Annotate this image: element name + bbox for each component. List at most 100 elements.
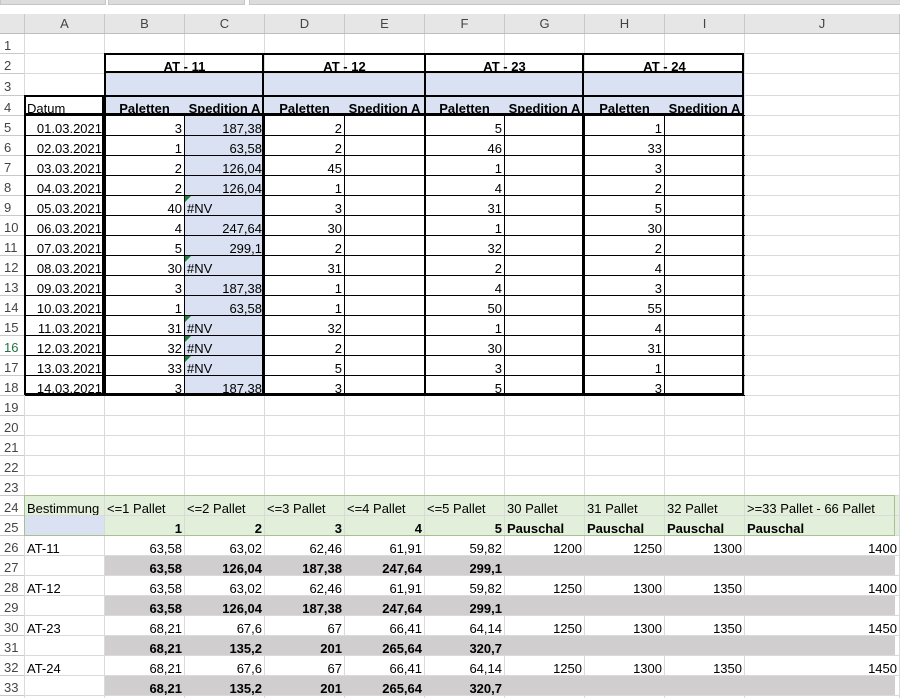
- lookup-header[interactable]: <=1 Pallet: [105, 496, 184, 515]
- total-cell[interactable]: 63,58: [105, 596, 184, 615]
- value-cell[interactable]: 4: [425, 176, 504, 195]
- value-cell[interactable]: [345, 356, 424, 375]
- lookup-header[interactable]: 31 Pallet: [585, 496, 664, 515]
- value-cell[interactable]: 2: [265, 136, 344, 155]
- value-cell[interactable]: 50: [425, 296, 504, 315]
- value-cell[interactable]: 1: [585, 356, 664, 375]
- rate-cell[interactable]: 1250: [505, 656, 584, 675]
- value-cell[interactable]: 1: [105, 296, 184, 315]
- value-cell[interactable]: [505, 116, 584, 135]
- value-cell[interactable]: 3: [105, 116, 184, 135]
- value-cell[interactable]: 55: [585, 296, 664, 315]
- rate-cell[interactable]: 59,82: [425, 576, 504, 595]
- rate-cell[interactable]: 64,14: [425, 616, 504, 635]
- total-cell[interactable]: 63,58: [105, 556, 184, 575]
- value-cell[interactable]: 32: [105, 336, 184, 355]
- date-cell[interactable]: 13.03.2021: [25, 356, 104, 375]
- value-cell[interactable]: [345, 316, 424, 335]
- sheet-grid[interactable]: AT - 11 AT - 12 AT - 23 AT - 24 Datum Palette…: [0, 0, 900, 698]
- value-cell[interactable]: [665, 376, 744, 395]
- value-cell[interactable]: 187,38: [185, 376, 264, 395]
- lookup-index[interactable]: Pauschal: [665, 516, 744, 535]
- total-cell[interactable]: 68,21: [105, 636, 184, 655]
- total-cell[interactable]: 126,04: [185, 556, 264, 575]
- value-cell[interactable]: [505, 376, 584, 395]
- value-cell[interactable]: 5: [425, 116, 504, 135]
- value-cell[interactable]: 31: [105, 316, 184, 335]
- value-cell[interactable]: 3: [585, 276, 664, 295]
- total-cell[interactable]: 265,64: [345, 676, 424, 695]
- value-cell[interactable]: [505, 196, 584, 215]
- value-cell[interactable]: [345, 256, 424, 275]
- value-cell[interactable]: [665, 236, 744, 255]
- value-cell[interactable]: [345, 196, 424, 215]
- value-cell[interactable]: 1: [265, 296, 344, 315]
- lookup-index[interactable]: [25, 516, 104, 535]
- value-cell[interactable]: [505, 176, 584, 195]
- rate-cell[interactable]: 1300: [585, 576, 664, 595]
- value-cell[interactable]: [665, 116, 744, 135]
- datum-header[interactable]: Datum: [25, 96, 104, 115]
- value-cell[interactable]: 126,04: [185, 176, 264, 195]
- value-cell[interactable]: [665, 176, 744, 195]
- total-cell[interactable]: 187,38: [265, 556, 344, 575]
- total-cell[interactable]: 68,21: [105, 676, 184, 695]
- rate-cell[interactable]: 1350: [665, 576, 744, 595]
- value-cell[interactable]: 63,58: [185, 136, 264, 155]
- total-cell[interactable]: 247,64: [345, 556, 424, 575]
- lookup-index[interactable]: 3: [265, 516, 344, 535]
- value-cell[interactable]: [345, 336, 424, 355]
- rate-cell[interactable]: 68,21: [105, 656, 184, 675]
- lookup-header[interactable]: 30 Pallet: [505, 496, 584, 515]
- rate-cell[interactable]: 67: [265, 656, 344, 675]
- lookup-header[interactable]: >=33 Pallet - 66 Pallet: [745, 496, 899, 515]
- value-cell[interactable]: #NV: [185, 196, 264, 215]
- lookup-index[interactable]: Pauschal: [745, 516, 899, 535]
- lookup-row-label[interactable]: AT-23: [25, 616, 104, 635]
- value-cell[interactable]: [665, 156, 744, 175]
- value-cell[interactable]: #NV: [185, 336, 264, 355]
- lookup-index[interactable]: 4: [345, 516, 424, 535]
- value-cell[interactable]: 30: [265, 216, 344, 235]
- rate-cell[interactable]: 67: [265, 616, 344, 635]
- value-cell[interactable]: 3: [585, 156, 664, 175]
- value-cell[interactable]: 33: [105, 356, 184, 375]
- value-cell[interactable]: [665, 336, 744, 355]
- value-cell[interactable]: 1: [585, 116, 664, 135]
- value-cell[interactable]: 3: [585, 376, 664, 395]
- sub-header[interactable]: Spedition A: [345, 96, 424, 115]
- value-cell[interactable]: 4: [585, 316, 664, 335]
- total-cell[interactable]: 126,04: [185, 596, 264, 615]
- value-cell[interactable]: 32: [425, 236, 504, 255]
- sub-header[interactable]: Spedition A: [185, 96, 264, 115]
- value-cell[interactable]: [505, 276, 584, 295]
- rate-cell[interactable]: 63,02: [185, 536, 264, 555]
- total-cell[interactable]: 265,64: [345, 636, 424, 655]
- rate-cell[interactable]: 61,91: [345, 576, 424, 595]
- rate-cell[interactable]: 1400: [745, 576, 899, 595]
- total-cell[interactable]: 299,1: [425, 556, 504, 575]
- value-cell[interactable]: [665, 136, 744, 155]
- value-cell[interactable]: 5: [425, 376, 504, 395]
- value-cell[interactable]: 32: [265, 316, 344, 335]
- value-cell[interactable]: 30: [425, 336, 504, 355]
- rate-cell[interactable]: 1450: [745, 656, 899, 675]
- value-cell[interactable]: [505, 216, 584, 235]
- value-cell[interactable]: 247,64: [185, 216, 264, 235]
- value-cell[interactable]: #NV: [185, 356, 264, 375]
- value-cell[interactable]: 3: [265, 196, 344, 215]
- total-cell[interactable]: 201: [265, 636, 344, 655]
- rate-cell[interactable]: 1350: [665, 656, 744, 675]
- rate-cell[interactable]: 1300: [585, 656, 664, 675]
- lookup-header[interactable]: 32 Pallet: [665, 496, 744, 515]
- value-cell[interactable]: 2: [265, 236, 344, 255]
- date-cell[interactable]: 08.03.2021: [25, 256, 104, 275]
- value-cell[interactable]: [665, 196, 744, 215]
- date-cell[interactable]: 03.03.2021: [25, 156, 104, 175]
- value-cell[interactable]: 33: [585, 136, 664, 155]
- rate-cell[interactable]: 1300: [665, 536, 744, 555]
- total-cell[interactable]: 247,64: [345, 596, 424, 615]
- date-cell[interactable]: 09.03.2021: [25, 276, 104, 295]
- value-cell[interactable]: 1: [425, 156, 504, 175]
- value-cell[interactable]: 31: [585, 336, 664, 355]
